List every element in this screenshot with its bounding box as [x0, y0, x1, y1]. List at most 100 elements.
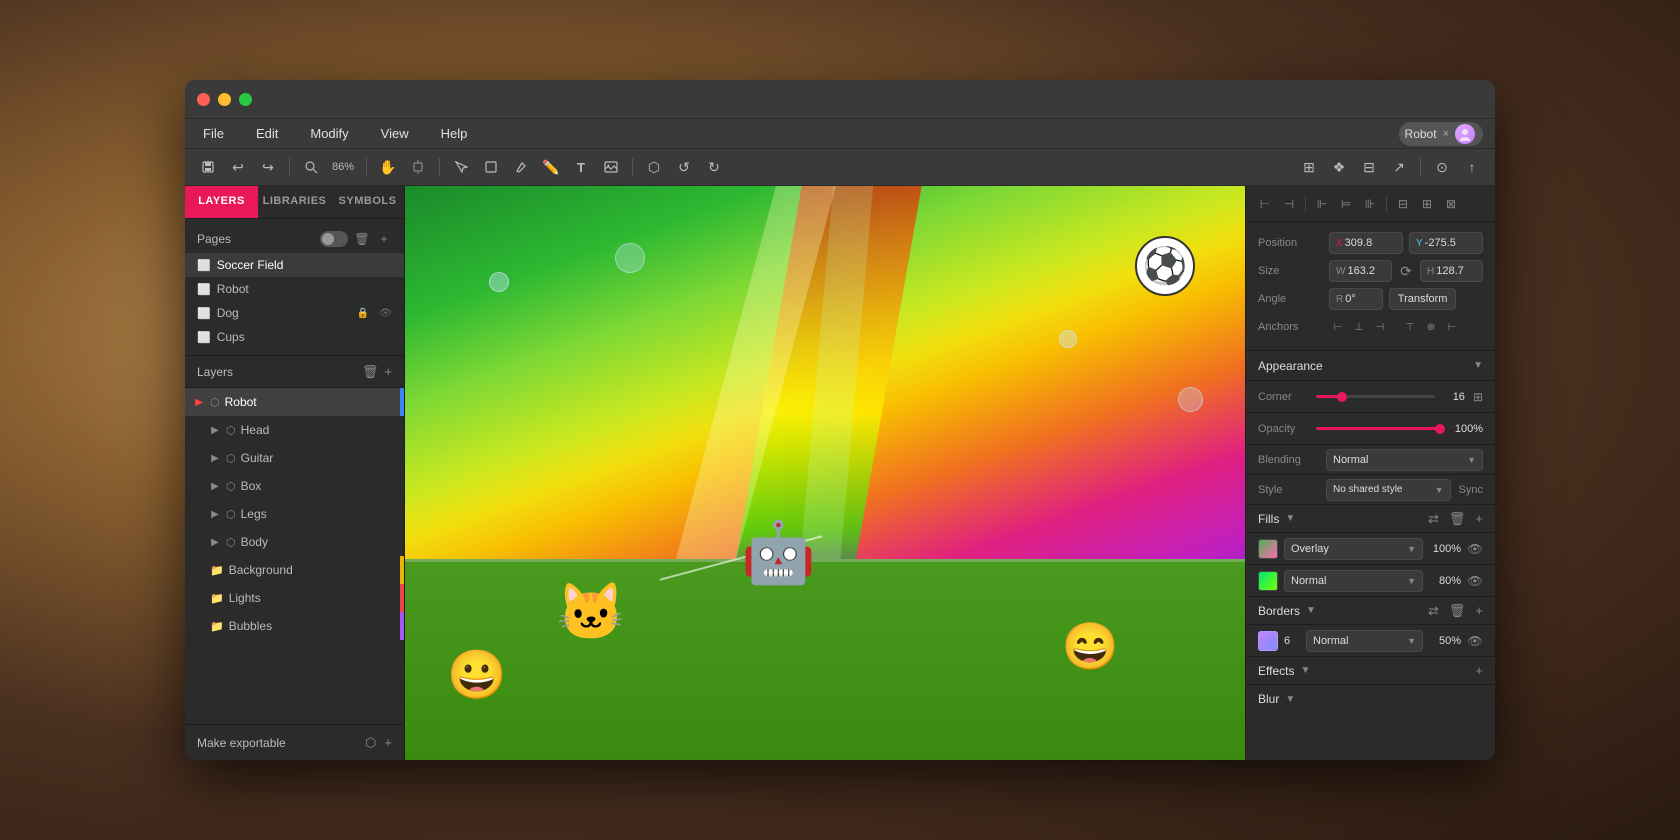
- layer-body[interactable]: ▶ ⬡ Body: [185, 528, 404, 556]
- align-tool[interactable]: ⊞: [1296, 154, 1322, 180]
- size-w-input[interactable]: W 163.2: [1329, 260, 1392, 282]
- insert-button[interactable]: [405, 154, 431, 180]
- page-item-robot[interactable]: ⬜ Robot: [185, 277, 404, 301]
- menu-view[interactable]: View: [375, 124, 415, 143]
- borders-arrow[interactable]: ▼: [1306, 605, 1316, 616]
- link-proportions-icon[interactable]: ⟳: [1398, 263, 1414, 280]
- align-left-btn[interactable]: ⊢: [1254, 193, 1276, 215]
- position-y-input[interactable]: Y -275.5: [1409, 232, 1483, 254]
- style-select[interactable]: No shared style ▼: [1326, 479, 1451, 501]
- sync-button[interactable]: Sync: [1459, 484, 1483, 496]
- corner-slider[interactable]: [1316, 395, 1435, 398]
- anchor-top-center[interactable]: ⊥: [1350, 318, 1368, 336]
- menu-help[interactable]: Help: [435, 124, 474, 143]
- distribute-h-btn[interactable]: ⊟: [1392, 193, 1414, 215]
- image-tool[interactable]: [598, 154, 624, 180]
- share-tool[interactable]: ↑: [1459, 154, 1485, 180]
- boolean-union[interactable]: ⬡: [641, 154, 667, 180]
- maximize-button[interactable]: [239, 93, 252, 106]
- anchor-top-left[interactable]: ⊢: [1329, 318, 1347, 336]
- close-button[interactable]: [197, 93, 210, 106]
- rotate-ccw[interactable]: ↺: [671, 154, 697, 180]
- anchor-mid-top[interactable]: ⊤: [1401, 318, 1419, 336]
- canvas-area[interactable]: ⚽ 😀 🐱 😄 🤖: [405, 186, 1245, 760]
- minimize-button[interactable]: [218, 93, 231, 106]
- effects-add-icon[interactable]: +: [1475, 663, 1483, 678]
- menu-file[interactable]: File: [197, 124, 230, 143]
- blur-arrow[interactable]: ▼: [1285, 694, 1295, 705]
- layer-robot[interactable]: ▶ ⬡ Robot: [185, 388, 404, 416]
- page-item-cups[interactable]: ⬜ Cups: [185, 325, 404, 349]
- redo-button[interactable]: ↪: [255, 154, 281, 180]
- fills-arrow[interactable]: ▼: [1285, 513, 1295, 524]
- anchor-mid-center[interactable]: ⊕: [1422, 318, 1440, 336]
- distribute-v-btn[interactable]: ⊞: [1416, 193, 1438, 215]
- corner-smooth-icon[interactable]: ⊞: [1473, 390, 1483, 404]
- align-center-h-btn[interactable]: ⊣: [1278, 193, 1300, 215]
- pages-toggle[interactable]: [320, 231, 348, 247]
- grid-tool[interactable]: ⊟: [1356, 154, 1382, 180]
- pencil-tool[interactable]: ✏️: [538, 154, 564, 180]
- effects-arrow[interactable]: ▼: [1300, 665, 1310, 676]
- menu-edit[interactable]: Edit: [250, 124, 284, 143]
- align-right-edge-btn[interactable]: ⊪: [1359, 193, 1381, 215]
- fills-swap-icon[interactable]: ⇄: [1428, 511, 1439, 527]
- fill-blend-2[interactable]: Normal ▼: [1284, 570, 1423, 592]
- layer-legs[interactable]: ▶ ⬡ Legs: [185, 500, 404, 528]
- delete-page-icon[interactable]: 🗑: [354, 231, 370, 247]
- delete-layer-icon[interactable]: 🗑: [362, 364, 379, 380]
- undo-button[interactable]: ↩: [225, 154, 251, 180]
- inspect-tool[interactable]: ⊙: [1429, 154, 1455, 180]
- shape-tool[interactable]: [478, 154, 504, 180]
- fill-swatch-1[interactable]: [1258, 539, 1278, 559]
- tab-layers[interactable]: LAYERS: [185, 186, 258, 218]
- anchor-top-right[interactable]: ⊣: [1371, 318, 1389, 336]
- user-menu[interactable]: Robot ×: [1399, 122, 1483, 146]
- tab-libraries[interactable]: LIBRARIES: [258, 186, 331, 218]
- opacity-slider[interactable]: [1316, 427, 1443, 430]
- add-export-icon[interactable]: +: [384, 735, 392, 750]
- page-item-dog[interactable]: ⬜ Dog 🔒 👁: [185, 301, 404, 325]
- export-slice-icon[interactable]: ⬡: [365, 735, 376, 751]
- blending-select[interactable]: Normal ▼: [1326, 449, 1483, 471]
- page-item-soccer-field[interactable]: ⬜ Soccer Field: [185, 253, 404, 277]
- add-layer-icon[interactable]: +: [384, 364, 392, 379]
- zoom-button[interactable]: [298, 154, 324, 180]
- add-page-icon[interactable]: +: [376, 231, 392, 247]
- tab-symbols[interactable]: SYMBOLS: [331, 186, 404, 218]
- fills-delete-icon[interactable]: 🗑: [1449, 511, 1466, 527]
- components-tool[interactable]: ❖: [1326, 154, 1352, 180]
- border-blend-1[interactable]: Normal ▼: [1306, 630, 1423, 652]
- menu-modify[interactable]: Modify: [304, 124, 354, 143]
- layer-guitar[interactable]: ▶ ⬡ Guitar: [185, 444, 404, 472]
- borders-swap-icon[interactable]: ⇄: [1428, 603, 1439, 619]
- fill-visible-icon-1[interactable]: 👁: [1467, 542, 1483, 556]
- save-button[interactable]: [195, 154, 221, 180]
- appearance-arrow[interactable]: ▼: [1473, 360, 1483, 371]
- align-left-edge-btn[interactable]: ⊩: [1311, 193, 1333, 215]
- select-tool[interactable]: [448, 154, 474, 180]
- fill-swatch-2[interactable]: [1258, 571, 1278, 591]
- fills-add-icon[interactable]: +: [1475, 511, 1483, 526]
- layer-lights[interactable]: 📁 Lights: [185, 584, 404, 612]
- position-x-input[interactable]: X 309.8: [1329, 232, 1403, 254]
- rotate-cw[interactable]: ↻: [701, 154, 727, 180]
- transform-button[interactable]: Transform: [1389, 288, 1457, 310]
- layer-bubbles[interactable]: 📁 Bubbles: [185, 612, 404, 640]
- pen-tool[interactable]: [508, 154, 534, 180]
- size-h-input[interactable]: H 128.7: [1420, 260, 1483, 282]
- chart-btn[interactable]: ⊠: [1440, 193, 1462, 215]
- layer-box[interactable]: ▶ ⬡ Box: [185, 472, 404, 500]
- angle-input[interactable]: R 0°: [1329, 288, 1383, 310]
- fill-visible-icon-2[interactable]: 👁: [1467, 574, 1483, 588]
- fill-blend-1[interactable]: Overlay ▼: [1284, 538, 1423, 560]
- borders-add-icon[interactable]: +: [1475, 603, 1483, 618]
- export-tool[interactable]: ↗: [1386, 154, 1412, 180]
- borders-delete-icon[interactable]: 🗑: [1449, 603, 1466, 619]
- layer-head[interactable]: ▶ ⬡ Head: [185, 416, 404, 444]
- hand-tool[interactable]: ✋: [375, 154, 401, 180]
- align-center-v-btn[interactable]: ⊨: [1335, 193, 1357, 215]
- border-visible-icon-1[interactable]: 👁: [1467, 634, 1483, 648]
- anchor-mid-bottom[interactable]: ⊢: [1443, 318, 1461, 336]
- layer-background[interactable]: 📁 Background: [185, 556, 404, 584]
